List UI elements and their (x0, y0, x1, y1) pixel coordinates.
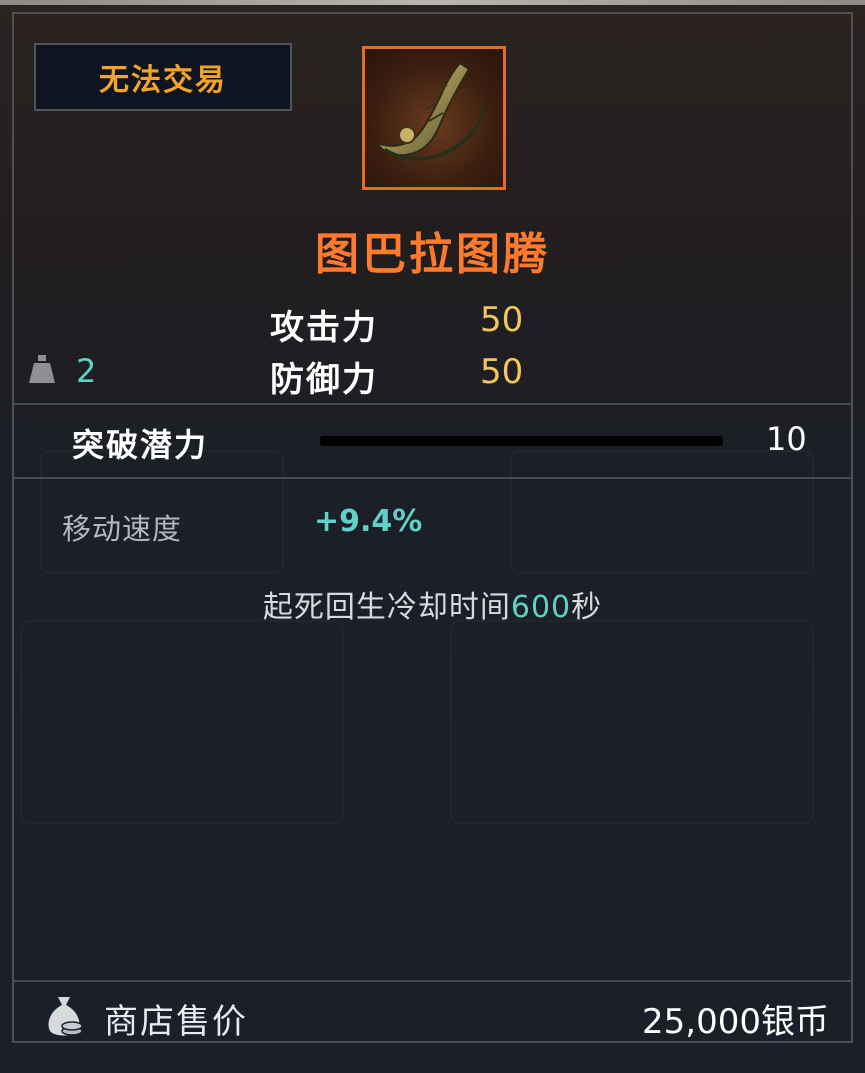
weight-value: 2 (76, 352, 97, 390)
defense-label: 防御力 (270, 360, 378, 400)
tooltip-top-edge (0, 0, 865, 5)
breakthrough-value: 10 (766, 420, 807, 458)
attack-value: 50 (480, 300, 524, 340)
totem-horn-graphic (374, 61, 486, 161)
breakthrough-progress-bar (320, 436, 723, 446)
shop-price-value: 25,000银币 (642, 1002, 829, 1042)
breakthrough-label: 突破潜力 (72, 426, 209, 464)
revive-number: 600 (510, 590, 572, 625)
background-decoration (450, 620, 814, 824)
move-speed-value: +9.4% (314, 504, 423, 539)
weight-icon (29, 355, 55, 383)
revive-prefix: 起死回生冷却时间 (262, 590, 511, 625)
money-bag-icon (48, 997, 83, 1036)
totem-horn-icon (362, 46, 506, 190)
shop-price-label: 商店售价 (104, 1002, 248, 1042)
move-speed-label: 移动速度 (62, 512, 183, 546)
background-decoration (20, 620, 344, 824)
trade-status-badge: 无法交易 (34, 43, 292, 111)
section-divider (14, 477, 851, 479)
item-tooltip: 无法交易 图巴拉图腾 攻击力 50 防御力 50 2 突破潜力 10 移动速度 … (0, 0, 865, 1073)
section-divider (14, 403, 851, 405)
attack-label: 攻击力 (270, 308, 378, 348)
item-name: 图巴拉图腾 (315, 229, 550, 280)
background-decoration (510, 450, 814, 574)
defense-value: 50 (480, 352, 524, 392)
section-divider (14, 980, 851, 982)
revive-cooldown-text: 起死回生冷却时间600秒 (0, 582, 865, 626)
trade-status-text: 无法交易 (99, 63, 227, 98)
revive-suffix: 秒 (571, 590, 603, 625)
